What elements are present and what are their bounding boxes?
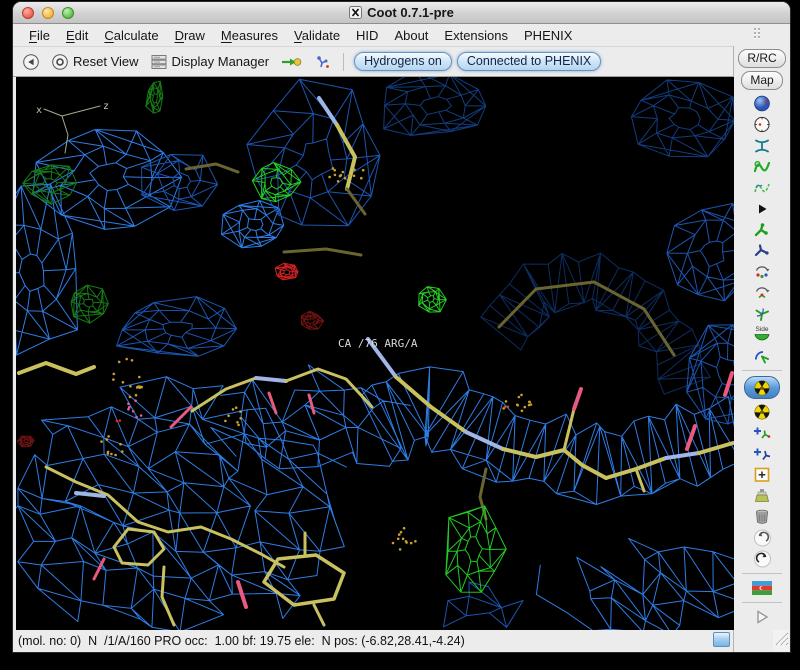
ibeam-icon[interactable]: [741, 135, 783, 156]
go-to-ligand-button[interactable]: [277, 53, 306, 71]
target-icon: [52, 53, 68, 70]
minimize-button[interactable]: [42, 6, 54, 19]
run-script-icon[interactable]: [741, 606, 783, 627]
rotamers-icon[interactable]: [741, 282, 783, 303]
menu-file[interactable]: File: [21, 26, 58, 45]
reset-view-label: Reset View: [73, 54, 139, 69]
map-select-button[interactable]: Map: [741, 71, 783, 90]
menu-draw[interactable]: Draw: [167, 26, 213, 45]
go-to-atom-button[interactable]: [311, 52, 333, 72]
menu-hid[interactable]: HID: [348, 26, 386, 45]
rot-trans-zone-icon[interactable]: [741, 240, 783, 261]
spin-view-icon[interactable]: [741, 114, 783, 135]
tool-separator: [742, 573, 782, 574]
toolbar-drag-handle[interactable]: [754, 28, 762, 40]
redo-icon[interactable]: [741, 548, 783, 569]
refine-zone-icon[interactable]: [741, 156, 783, 177]
menu-phenix[interactable]: PHENIX: [516, 26, 580, 45]
flip-sidechain-icon[interactable]: Side: [741, 324, 783, 345]
place-atom-icon[interactable]: [741, 464, 783, 485]
main-toolbar: Reset View Display Manager Hydrogens on …: [13, 46, 733, 77]
refine-regularize-control-button[interactable]: R/RC: [738, 49, 786, 68]
window-title: Coot 0.7.1-pre: [367, 5, 454, 20]
play-triangle-icon[interactable]: [741, 198, 783, 219]
auto-fit-rotamer-icon[interactable]: [741, 261, 783, 282]
rigid-body-fit-icon[interactable]: [741, 219, 783, 240]
menu-extensions[interactable]: Extensions: [436, 26, 516, 45]
undo-icon[interactable]: [741, 527, 783, 548]
status-text: (mol. no: 0) N /1/A/160 PRO occ: 1.00 bf…: [18, 634, 465, 648]
close-button[interactable]: [22, 6, 34, 19]
flag-icon[interactable]: [741, 577, 783, 598]
back-icon: [23, 53, 39, 70]
clear-pending-icon[interactable]: [741, 485, 783, 506]
flip-peptide-icon[interactable]: [741, 345, 783, 366]
sphere-icon[interactable]: [741, 93, 783, 114]
menu-edit[interactable]: Edit: [58, 26, 96, 45]
menu-about[interactable]: About: [386, 26, 436, 45]
mutate-autofit-icon[interactable]: [744, 376, 780, 399]
add-alt-conf-icon[interactable]: [741, 443, 783, 464]
menu-calculate[interactable]: Calculate: [96, 26, 166, 45]
menu-bar: File Edit Calculate Draw Measures Valida…: [13, 24, 790, 46]
axis-label-z: z: [103, 101, 109, 112]
x11-icon: [349, 6, 363, 19]
tool-separator: [742, 370, 782, 371]
molecule-icon: [317, 55, 329, 68]
status-bar: (mol. no: 0) N /1/A/160 PRO occ: 1.00 bf…: [13, 630, 733, 652]
status-scroll-thumb[interactable]: [713, 632, 730, 647]
menu-validate[interactable]: Validate: [286, 26, 348, 45]
resize-grip[interactable]: [773, 630, 789, 651]
regularize-zone-icon[interactable]: [741, 177, 783, 198]
connect-arrow-icon: [282, 57, 302, 66]
edit-chi-angles-icon[interactable]: [741, 303, 783, 324]
menu-measures[interactable]: Measures: [213, 26, 286, 45]
gl-canvas[interactable]: x z CA /76 ARG/A: [16, 77, 734, 630]
add-terminal-residue-icon[interactable]: [741, 422, 783, 443]
reset-view-button[interactable]: Reset View: [48, 51, 142, 73]
axis-label-x: x: [36, 105, 42, 116]
zoom-button[interactable]: [62, 6, 74, 19]
display-manager-button[interactable]: Display Manager: [147, 52, 273, 72]
simple-mutate-icon[interactable]: [741, 401, 783, 422]
hydrogens-toggle-button[interactable]: Hydrogens on: [354, 52, 452, 71]
display-manager-label: Display Manager: [171, 54, 270, 69]
delete-item-icon[interactable]: [741, 506, 783, 527]
display-manager-icon: [151, 54, 167, 69]
title-bar: Coot 0.7.1-pre: [13, 2, 790, 24]
app-window: Coot 0.7.1-pre File Edit Calculate Draw …: [13, 2, 790, 652]
tool-separator: [742, 602, 782, 603]
atom-label: CA /76 ARG/A: [338, 337, 418, 350]
model-fit-refine-toolbar: R/RC Map Side: [734, 46, 790, 652]
back-view-button[interactable]: [19, 51, 43, 73]
phenix-connection-button[interactable]: Connected to PHENIX: [456, 52, 602, 71]
toolbar-separator: [343, 52, 345, 71]
